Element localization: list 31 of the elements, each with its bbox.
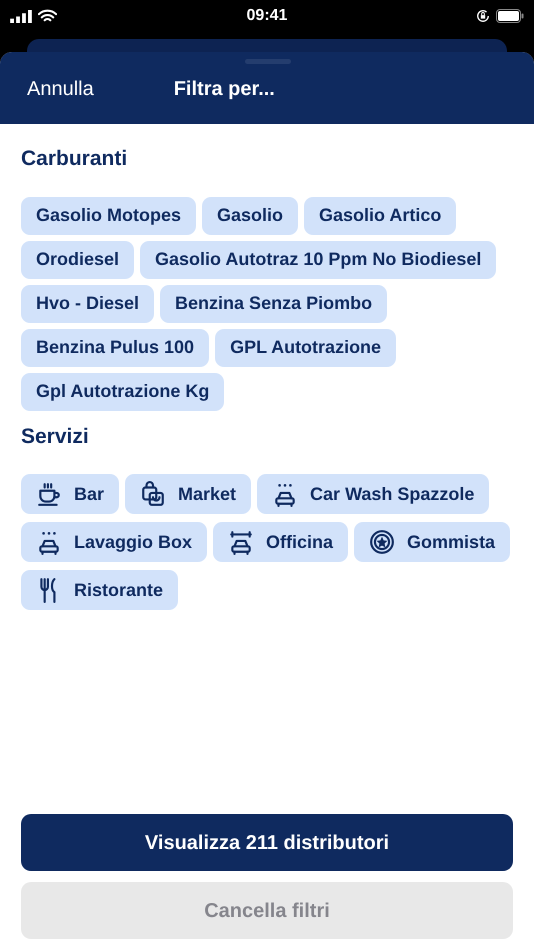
section-title: Carburanti	[21, 146, 128, 172]
show-results-button[interactable]: Visualizza 211 distributori	[21, 814, 513, 871]
rotation-lock-icon	[476, 9, 490, 23]
filter-chip[interactable]: Benzina Pulus 100	[21, 328, 210, 366]
filter-chip[interactable]: Gasolio Motopes	[21, 196, 196, 234]
cancel-button[interactable]: Annulla	[27, 74, 94, 104]
wifi-icon	[38, 9, 57, 23]
filter-chip[interactable]: Gasolio Artico	[304, 196, 456, 234]
filter-chip[interactable]: Benzina Senza Piombo	[160, 284, 388, 322]
filter-chip[interactable]: Gasolio Autotraz 10 Ppm No Biodiesel	[140, 240, 496, 278]
filter-chip[interactable]: Hvo - Diesel	[21, 284, 154, 322]
filter-chip[interactable]: Car Wash Spazzole	[257, 474, 490, 514]
status-time: 09:41	[246, 6, 288, 26]
filter-chip[interactable]: Bar	[21, 474, 120, 514]
filter-chip[interactable]: Orodiesel	[21, 240, 134, 278]
filter-chip[interactable]: Market	[125, 474, 252, 514]
signal-icon	[10, 10, 32, 22]
cup-icon	[36, 481, 62, 507]
filter-chip[interactable]: Lavaggio Box	[21, 522, 208, 562]
bags-icon	[140, 481, 166, 507]
sheet-title: Filtra per...	[174, 77, 275, 102]
filter-chip[interactable]: Ristorante	[21, 570, 178, 610]
filter-chip[interactable]: Gommista	[354, 522, 510, 562]
section-title: Servizi	[21, 424, 90, 450]
battery-icon	[496, 9, 524, 23]
filter-chip[interactable]: Officina	[213, 522, 348, 562]
filter-chip[interactable]: Gpl Autotrazione Kg	[21, 372, 224, 410]
filter-chip[interactable]: Gasolio	[202, 196, 298, 234]
filter-chip[interactable]: GPL Autotrazione	[215, 328, 396, 366]
car-wrench-icon	[228, 529, 254, 555]
tire-icon	[369, 529, 396, 555]
